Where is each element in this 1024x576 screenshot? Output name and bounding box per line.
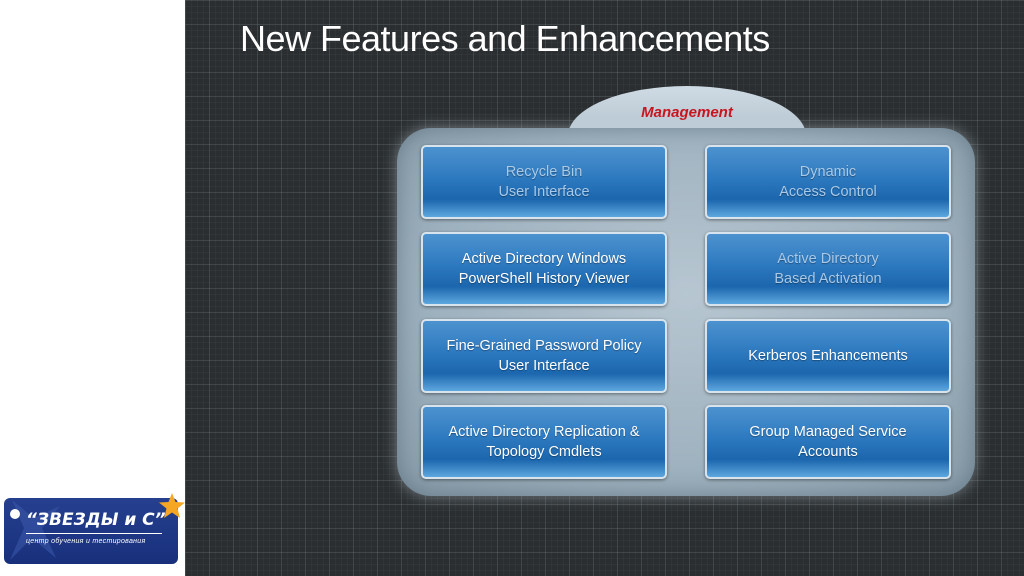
- slide-title: New Features and Enhancements: [240, 18, 770, 59]
- feature-group-managed-accounts: Group Managed Service Accounts: [705, 405, 951, 479]
- logo-star-shape: [10, 500, 60, 560]
- feature-label: Recycle Bin User Interface: [498, 164, 590, 200]
- feature-label: Active Directory Windows PowerShell Hist…: [458, 251, 630, 287]
- feature-dynamic-access-control: Dynamic Access Control: [705, 145, 951, 219]
- logo-tagline: центр обучения и тестирования: [26, 538, 146, 545]
- management-label: Management: [641, 104, 733, 121]
- company-logo: “ЗВЕЗДЫ и С” центр обучения и тестирован…: [4, 498, 178, 564]
- star-icon: [159, 493, 185, 518]
- feature-replication-cmdlets: Active Directory Replication & Topology …: [421, 405, 667, 479]
- feature-recycle-bin: Recycle Bin User Interface: [421, 145, 667, 219]
- feature-label: Fine-Grained Password Policy User Interf…: [446, 338, 642, 374]
- feature-kerberos: Kerberos Enhancements: [705, 319, 951, 393]
- feature-based-activation: Active Directory Based Activation: [705, 232, 951, 306]
- feature-label: Active Directory Based Activation: [774, 251, 882, 287]
- feature-label: Group Managed Service Accounts: [749, 424, 907, 460]
- feature-label: Active Directory Replication & Topology …: [448, 424, 640, 460]
- feature-label: Kerberos Enhancements: [748, 348, 908, 364]
- feature-password-policy: Fine-Grained Password Policy User Interf…: [421, 319, 667, 393]
- logo-name: “ЗВЕЗДЫ и С”: [26, 510, 166, 530]
- feature-powershell-history: Active Directory Windows PowerShell Hist…: [421, 232, 667, 306]
- feature-label: Dynamic Access Control: [779, 164, 877, 200]
- logo-divider: [26, 533, 162, 534]
